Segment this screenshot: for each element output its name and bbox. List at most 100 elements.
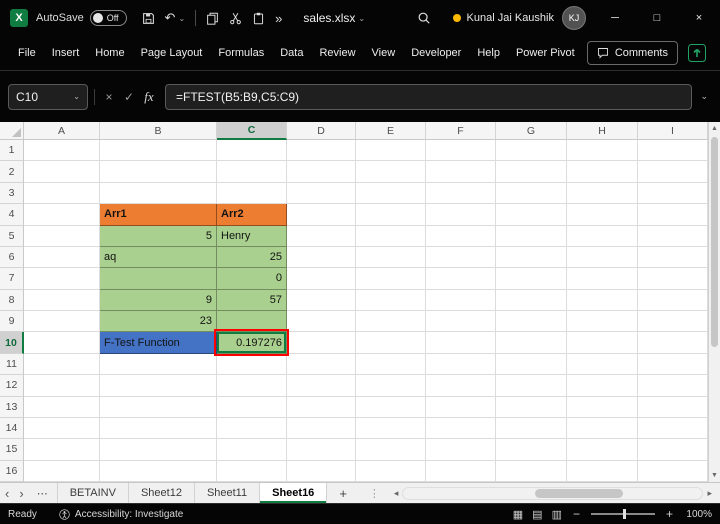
cell-C9[interactable] [217, 311, 287, 333]
cell-B3[interactable] [100, 182, 217, 205]
cell-F13[interactable] [426, 396, 496, 418]
cell-H10[interactable] [567, 332, 638, 354]
cell-B12[interactable] [100, 375, 217, 397]
zoom-in-button[interactable]: + [664, 507, 675, 521]
cell-A16[interactable] [24, 460, 100, 482]
cell-E8[interactable] [356, 289, 426, 311]
cell-B16[interactable] [100, 460, 217, 482]
column-header-C[interactable]: C [217, 122, 287, 140]
zoom-level[interactable]: 100% [684, 509, 712, 520]
cut-icon[interactable] [224, 12, 247, 25]
paste-icon[interactable] [247, 12, 270, 25]
ribbon-tab-insert[interactable]: Insert [44, 36, 88, 70]
cell-F3[interactable] [426, 182, 496, 205]
zoom-slider-thumb[interactable] [622, 509, 626, 519]
cell-H4[interactable] [567, 204, 638, 226]
cell-H12[interactable] [567, 375, 638, 397]
row-header-8[interactable]: 8 [0, 289, 24, 311]
vertical-scrollbar[interactable]: ▲ ▼ [708, 122, 720, 482]
cell-F16[interactable] [426, 460, 496, 482]
ribbon-tab-power-pivot[interactable]: Power Pivot [508, 36, 583, 70]
scroll-left-icon[interactable]: ◂ [390, 488, 403, 499]
insert-function-icon[interactable]: fx [139, 89, 159, 105]
cell-H1[interactable] [567, 140, 638, 162]
cell-I8[interactable] [638, 289, 708, 311]
cell-D7[interactable] [287, 268, 356, 290]
cell-H5[interactable] [567, 225, 638, 247]
cell-H7[interactable] [567, 268, 638, 290]
column-header-D[interactable]: D [287, 122, 356, 140]
cell-A13[interactable] [24, 396, 100, 418]
cell-I15[interactable] [638, 439, 708, 461]
cell-H13[interactable] [567, 396, 638, 418]
cell-C12[interactable] [217, 375, 287, 397]
all-sheets-icon[interactable]: ⋯ [29, 483, 57, 503]
cell-H6[interactable] [567, 246, 638, 269]
cell-I14[interactable] [638, 417, 708, 440]
sheet-tab-sheet11[interactable]: Sheet11 [195, 483, 261, 503]
cell-B11[interactable] [100, 353, 217, 376]
cell-C13[interactable] [217, 396, 287, 418]
scroll-down-icon[interactable]: ▼ [709, 469, 720, 482]
page-break-view-icon[interactable]: ▥ [552, 508, 562, 521]
cell-I9[interactable] [638, 311, 708, 333]
cell-D16[interactable] [287, 460, 356, 482]
cell-A2[interactable] [24, 161, 100, 183]
cell-C15[interactable] [217, 439, 287, 461]
cell-H15[interactable] [567, 439, 638, 461]
cell-F6[interactable] [426, 246, 496, 269]
page-layout-view-icon[interactable]: ▤ [532, 508, 542, 521]
cell-F9[interactable] [426, 311, 496, 333]
cell-B2[interactable] [100, 161, 217, 183]
cell-B14[interactable] [100, 417, 217, 440]
cell-H9[interactable] [567, 311, 638, 333]
cell-A3[interactable] [24, 182, 100, 205]
cell-H14[interactable] [567, 417, 638, 440]
cell-B1[interactable] [100, 140, 217, 162]
cell-A8[interactable] [24, 289, 100, 311]
scroll-up-icon[interactable]: ▲ [709, 122, 720, 135]
cell-B6[interactable]: aq [100, 246, 217, 269]
column-header-H[interactable]: H [567, 122, 638, 140]
ribbon-tab-file[interactable]: File [10, 36, 44, 70]
cell-F10[interactable] [426, 332, 496, 354]
cell-D14[interactable] [287, 417, 356, 440]
cell-B13[interactable] [100, 396, 217, 418]
row-header-9[interactable]: 9 [0, 311, 24, 333]
cell-C16[interactable] [217, 460, 287, 482]
cell-D4[interactable] [287, 204, 356, 226]
zoom-slider[interactable] [590, 509, 655, 519]
cell-I7[interactable] [638, 268, 708, 290]
cell-E11[interactable] [356, 353, 426, 376]
cell-D9[interactable] [287, 311, 356, 333]
cell-E5[interactable] [356, 225, 426, 247]
cell-C1[interactable] [217, 140, 287, 162]
confirm-entry-icon[interactable]: ✓ [119, 90, 139, 104]
cell-B4[interactable]: Arr1 [100, 204, 217, 226]
ribbon-tab-formulas[interactable]: Formulas [210, 36, 272, 70]
cell-I11[interactable] [638, 353, 708, 376]
minimize-button[interactable]: ─ [594, 0, 636, 36]
cell-E9[interactable] [356, 311, 426, 333]
search-icon[interactable] [409, 11, 439, 25]
next-sheet-icon[interactable]: › [14, 483, 28, 503]
cell-G16[interactable] [496, 460, 567, 482]
more-commands-icon[interactable]: » [270, 11, 287, 26]
undo-dropdown-icon[interactable]: ⌄ [178, 14, 185, 23]
cell-B5[interactable]: 5 [100, 225, 217, 247]
row-header-12[interactable]: 12 [0, 375, 24, 397]
cell-G2[interactable] [496, 161, 567, 183]
ribbon-tab-developer[interactable]: Developer [403, 36, 469, 70]
row-header-11[interactable]: 11 [0, 353, 24, 376]
cell-H2[interactable] [567, 161, 638, 183]
cell-A10[interactable] [24, 332, 100, 354]
cell-G4[interactable] [496, 204, 567, 226]
cell-A12[interactable] [24, 375, 100, 397]
autosave-toggle[interactable]: Off [89, 10, 127, 26]
cell-H3[interactable] [567, 182, 638, 205]
row-header-7[interactable]: 7 [0, 268, 24, 290]
name-box[interactable]: C10 ⌄ [8, 83, 88, 110]
cell-E10[interactable] [356, 332, 426, 354]
cell-C10[interactable]: 0.197276 [214, 329, 289, 356]
cell-C14[interactable] [217, 417, 287, 440]
